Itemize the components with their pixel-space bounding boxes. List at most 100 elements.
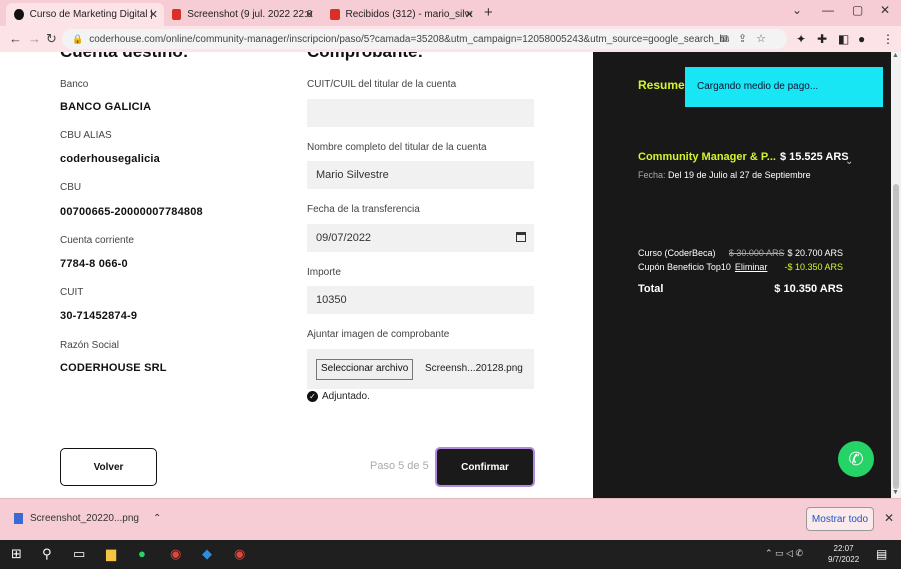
extension-icon[interactable]: ✦ — [796, 32, 806, 46]
remove-coupon-link[interactable]: Eliminar — [735, 262, 768, 272]
lock-icon: 🔒 — [72, 33, 84, 44]
notifications-icon[interactable]: ▤ — [876, 547, 887, 561]
summary-line-course: Curso (CoderBeca) $ 30.000 ARS $ 20.700 A… — [638, 248, 843, 258]
bank-label: Banco — [60, 79, 89, 90]
cuit-label: CUIT — [60, 287, 84, 298]
gmail-icon — [172, 9, 182, 20]
amount-label: Importe — [307, 267, 341, 278]
tab-gmail-screenshot[interactable]: Screenshot (9 jul. 2022 22:01:28) ✕ — [164, 3, 320, 26]
dates-value: Del 19 de Julio al 27 de Septiembre — [668, 170, 811, 180]
download-item[interactable]: Screenshot_20220...png ⌃ — [14, 513, 161, 524]
cuit-holder-input[interactable] — [307, 99, 534, 127]
bank-value: BANCO GALICIA — [60, 101, 152, 113]
line-label: Cupón Beneficio Top10 — [638, 262, 731, 272]
tab-coderhouse[interactable]: Curso de Marketing Digital | Cod ✕ — [6, 3, 164, 26]
scroll-thumb[interactable] — [893, 184, 899, 489]
cbu-value: 00700665-20000007784808 — [60, 206, 203, 218]
total-label: Total — [638, 283, 664, 295]
task-view-icon[interactable]: ▭ — [73, 546, 85, 562]
show-all-button[interactable]: Mostrar todo — [806, 507, 874, 531]
confirm-button[interactable]: Confirmar — [435, 447, 535, 487]
scroll-down-icon[interactable]: ▼ — [892, 489, 899, 496]
company-name-value: CODERHOUSE SRL — [60, 362, 167, 374]
line-label: Curso (CoderBeca) — [638, 248, 716, 258]
loading-toast: Cargando medio de pago... — [685, 67, 883, 107]
puzzle-icon[interactable]: ✚ — [817, 32, 827, 46]
close-downloads-icon[interactable]: ✕ — [884, 511, 894, 525]
profile-avatar-icon[interactable]: ● — [858, 32, 865, 46]
choose-file-button[interactable]: Seleccionar archivo — [316, 359, 414, 380]
order-summary-panel: Resumen Cargando medio de pago... Commun… — [593, 52, 891, 498]
maximize-icon[interactable]: ▢ — [852, 3, 863, 17]
checking-account-label: Cuenta corriente — [60, 235, 134, 246]
tab-strip: Curso de Marketing Digital | Cod ✕ Scree… — [0, 0, 901, 26]
chrome-icon[interactable]: ◉ — [170, 546, 181, 562]
course-dates: Fecha: Del 19 de Julio al 27 de Septiemb… — [638, 170, 811, 180]
clock-time: 22:07 — [833, 544, 854, 553]
company-name-label: Razón Social — [60, 340, 119, 351]
transfer-date-input[interactable]: 09/07/2022 — [307, 224, 534, 252]
system-tray-icon[interactable]: ⌃ ▭ ◁ ✆ — [765, 548, 803, 559]
cbu-alias-value: coderhousegalicia — [60, 153, 160, 165]
old-price: $ 30.000 ARS — [728, 248, 785, 258]
account-heading: Cuenta destino: — [60, 52, 188, 62]
omnibox-actions-icon[interactable]: ⧉⇪☆ — [721, 32, 775, 46]
dates-label: Fecha: — [638, 170, 666, 180]
tab-title: Recibidos (312) - mario_silvestre — [345, 9, 472, 20]
total-value: $ 10.350 ARS — [774, 283, 843, 295]
attached-status: ✓ Adjuntado. — [307, 391, 370, 402]
whatsapp-icon[interactable]: ✆ — [838, 441, 874, 477]
summary-title: Resumen — [638, 78, 693, 92]
course-line: Community Manager & P... $ 15.525 ARS — [638, 151, 849, 163]
back-arrow-icon[interactable]: ← — [9, 31, 22, 46]
scroll-up-icon[interactable]: ▲ — [892, 52, 899, 59]
line-value: -$ 10.350 ARS — [784, 262, 843, 272]
page-scrollbar[interactable]: ▲ ▼ — [891, 52, 901, 498]
summary-line-coupon: Cupón Beneficio Top10 Eliminar -$ 10.350 … — [638, 262, 843, 272]
tab-search-icon[interactable]: ⌄ — [792, 3, 802, 17]
holder-name-input[interactable]: Mario Silvestre — [307, 161, 534, 189]
check-circle-icon: ✓ — [307, 391, 318, 402]
attached-text: Adjuntado. — [322, 391, 370, 402]
chrome-active-icon[interactable]: ◉ — [234, 546, 245, 562]
windows-taskbar: ⊞ ⚲ ▭ ▆ ● ◉ ◆ ◉ ⌃ ▭ ◁ ✆ 22:07 9/7/2022 ▤ — [0, 540, 901, 569]
tab-title: Screenshot (9 jul. 2022 22:01:28) — [187, 9, 312, 20]
cbu-alias-label: CBU ALIAS — [60, 130, 112, 141]
course-price: $ 15.525 ARS — [779, 151, 849, 163]
chevron-up-icon[interactable]: ⌃ — [153, 513, 161, 524]
checking-account-value: 7784-8 066-0 — [60, 258, 128, 270]
close-window-icon[interactable]: ✕ — [880, 3, 890, 17]
sidepanel-icon[interactable]: ◧ — [838, 32, 849, 46]
reload-icon[interactable]: ↻ — [46, 31, 57, 47]
transfer-date-label: Fecha de la transferencia — [307, 204, 420, 215]
transfer-date-value: 09/07/2022 — [316, 232, 372, 244]
page-viewport: Cuenta destino: Comprobante: Banco BANCO… — [0, 52, 901, 498]
step-indicator: Paso 5 de 5 — [370, 460, 429, 472]
summary-total: Total $ 10.350 ARS — [638, 283, 843, 295]
back-button[interactable]: Volver — [60, 448, 157, 486]
address-bar[interactable]: 🔒 coderhouse.com/online/community-manage… — [62, 29, 787, 49]
windows-start-icon[interactable]: ⊞ — [11, 546, 22, 562]
tab-gmail-inbox[interactable]: Recibidos (312) - mario_silvestre ✕ — [322, 3, 480, 26]
amount-input[interactable]: 10350 — [307, 286, 534, 314]
gmail-icon — [330, 9, 340, 20]
tab-close-icon[interactable]: ✕ — [465, 8, 474, 21]
course-name: Community Manager & P... — [638, 151, 776, 163]
vscode-icon[interactable]: ◆ — [202, 546, 212, 562]
clock[interactable]: 22:07 9/7/2022 — [828, 543, 859, 565]
file-explorer-icon[interactable]: ▆ — [106, 546, 116, 562]
line-value: $ 20.700 ARS — [787, 248, 843, 258]
clock-date: 9/7/2022 — [828, 555, 860, 564]
forward-arrow-icon[interactable]: → — [28, 31, 41, 46]
tab-title: Curso de Marketing Digital | Cod — [29, 9, 156, 20]
whatsapp-taskbar-icon[interactable]: ● — [138, 546, 146, 561]
menu-kebab-icon[interactable]: ⋮ — [882, 32, 894, 46]
calendar-icon[interactable] — [516, 232, 526, 242]
search-icon[interactable]: ⚲ — [42, 546, 52, 562]
chevron-down-icon[interactable]: ⌄ — [845, 156, 853, 167]
new-tab-button[interactable]: + — [484, 4, 493, 21]
tab-close-icon[interactable]: ✕ — [305, 8, 314, 21]
cuit-value: 30-71452874-9 — [60, 310, 138, 322]
tab-close-icon[interactable]: ✕ — [149, 8, 158, 21]
minimize-icon[interactable]: — — [822, 3, 834, 17]
